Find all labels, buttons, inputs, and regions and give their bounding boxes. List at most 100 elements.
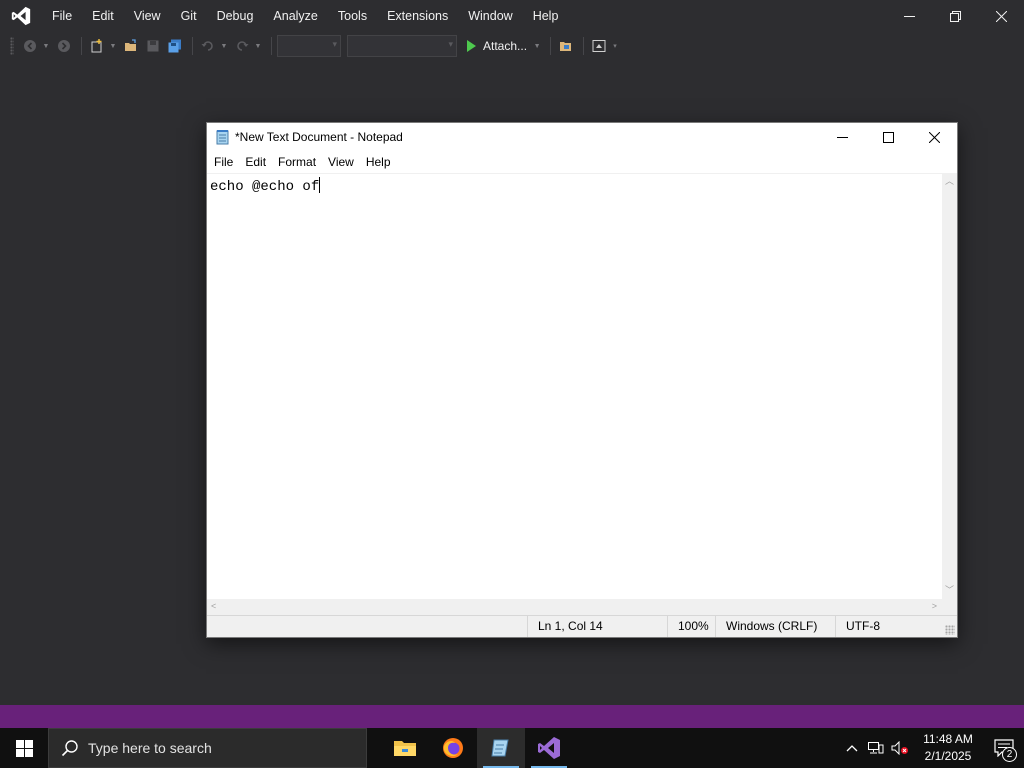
toolbar-options-arrow[interactable]: ▾ [611,36,619,56]
toolbar-grip[interactable] [10,37,14,55]
vs-menu-debug[interactable]: Debug [207,0,264,32]
scroll-left-arrow-icon[interactable]: < [211,602,216,611]
attach-label: Attach... [483,39,528,53]
save-all-button[interactable] [165,36,185,56]
vs-restore-button[interactable] [932,0,978,32]
taskbar-file-explorer[interactable] [381,728,429,768]
system-tray: 11:48 AM 2/1/2025 2 [840,728,1024,768]
notepad-text-area[interactable]: echo @echo of [207,173,943,599]
notepad-menu-format[interactable]: Format [272,155,322,169]
horizontal-scrollbar[interactable]: < > [207,599,943,615]
notepad-app-icon [216,130,229,145]
action-center-button[interactable]: 2 [984,728,1024,768]
vs-minimize-button[interactable] [886,0,932,32]
minimize-icon [836,136,848,138]
notification-count-badge: 2 [1002,747,1017,762]
navigate-back-button[interactable] [20,36,40,56]
scroll-down-arrow-icon[interactable]: ﹀ [945,586,954,595]
network-button[interactable] [864,728,888,768]
redo-button[interactable] [232,36,252,56]
vertical-scrollbar[interactable]: ︿ ﹀ [942,173,957,599]
vs-menubar: File Edit View Git Debug Analyze Tools E… [0,0,1024,32]
new-project-button[interactable] [87,36,107,56]
attach-debugger-button[interactable]: Attach... [467,39,527,53]
start-debug-icon [467,40,476,52]
toolbar-separator [81,37,82,55]
attach-dropdown-arrow[interactable]: ▼ [533,36,541,56]
toolbar-separator [550,37,552,55]
back-dropdown-arrow[interactable]: ▼ [42,36,50,56]
navigate-forward-button[interactable] [54,36,74,56]
live-share-button[interactable] [589,36,609,56]
scroll-right-arrow-icon[interactable]: > [932,602,937,611]
solution-platform-dropdown[interactable] [347,35,457,57]
status-cursor-position: Ln 1, Col 14 [527,616,603,637]
show-hidden-icons-button[interactable] [840,728,864,768]
folder-search-icon [560,42,572,51]
new-item-dropdown-arrow[interactable]: ▼ [109,36,117,56]
vs-menu-edit[interactable]: Edit [82,0,124,32]
open-folder-icon [125,39,136,51]
taskbar-search-box[interactable]: Type here to search [48,728,367,768]
notepad-icon [491,739,509,757]
vs-menu-help[interactable]: Help [523,0,569,32]
windows-taskbar: Type here to search 11:48 AM 2/1/2025 2 [0,728,1024,768]
notepad-menubar: File Edit Format View Help [207,151,957,173]
resize-grip[interactable] [945,625,955,635]
notepad-title: *New Text Document - Notepad [235,130,403,144]
save-button[interactable] [143,36,163,56]
restore-icon [949,10,961,22]
network-icon [868,742,884,754]
notepad-menu-view[interactable]: View [322,155,360,169]
open-file-button[interactable] [121,36,141,56]
volume-button[interactable] [888,728,912,768]
chevron-up-icon [846,745,858,752]
vs-menu-file[interactable]: File [42,0,82,32]
vs-menu-tools[interactable]: Tools [328,0,377,32]
notepad-menu-file[interactable]: File [208,155,239,169]
notepad-window-controls [819,123,957,151]
file-explorer-icon [394,741,416,756]
firefox-icon [443,738,463,758]
notepad-window: *New Text Document - Notepad File Edit F… [206,122,958,638]
vs-menu-window[interactable]: Window [458,0,522,32]
forward-arrow-icon [58,40,70,52]
vs-window-controls [886,0,1024,32]
redo-dropdown-arrow[interactable]: ▼ [254,36,262,56]
clock-date: 2/1/2025 [924,749,972,763]
toolbar-separator [583,37,585,55]
back-arrow-icon [24,40,36,52]
taskbar-firefox[interactable] [429,728,477,768]
search-placeholder: Type here to search [88,740,212,756]
scroll-up-arrow-icon[interactable]: ︿ [945,177,954,186]
vs-toolbar: ▼ ▼ ▼ ▼ Attach... ▼ ▾ [0,32,1024,60]
notepad-statusbar: Ln 1, Col 14 100% Windows (CRLF) UTF-8 [207,615,957,637]
notepad-maximize-button[interactable] [865,123,911,151]
notepad-menu-help[interactable]: Help [360,155,397,169]
vs-menu-extensions[interactable]: Extensions [377,0,458,32]
start-button[interactable] [0,728,48,768]
visual-studio-logo-icon[interactable] [10,5,32,27]
solution-configuration-dropdown[interactable] [277,35,341,57]
notepad-minimize-button[interactable] [819,123,865,151]
taskbar-clock[interactable]: 11:48 AM 2/1/2025 [912,731,984,765]
taskbar-notepad[interactable] [477,728,525,768]
notepad-titlebar[interactable]: *New Text Document - Notepad [207,123,957,151]
find-in-files-button[interactable] [556,36,576,56]
close-icon [928,131,940,143]
taskbar-visual-studio[interactable] [525,728,573,768]
search-icon [61,740,78,757]
notepad-close-button[interactable] [911,123,957,151]
visual-studio-icon [538,737,560,759]
text-caret [319,177,321,193]
notepad-menu-edit[interactable]: Edit [239,155,272,169]
undo-dropdown-arrow[interactable]: ▼ [220,36,228,56]
undo-button[interactable] [198,36,218,56]
toolbar-separator [271,37,272,55]
vs-menu-analyze[interactable]: Analyze [263,0,327,32]
maximize-icon [882,131,894,143]
vs-menu-git[interactable]: Git [171,0,207,32]
vs-close-button[interactable] [978,0,1024,32]
vs-menu-view[interactable]: View [124,0,171,32]
scrollbar-corner [942,599,957,615]
